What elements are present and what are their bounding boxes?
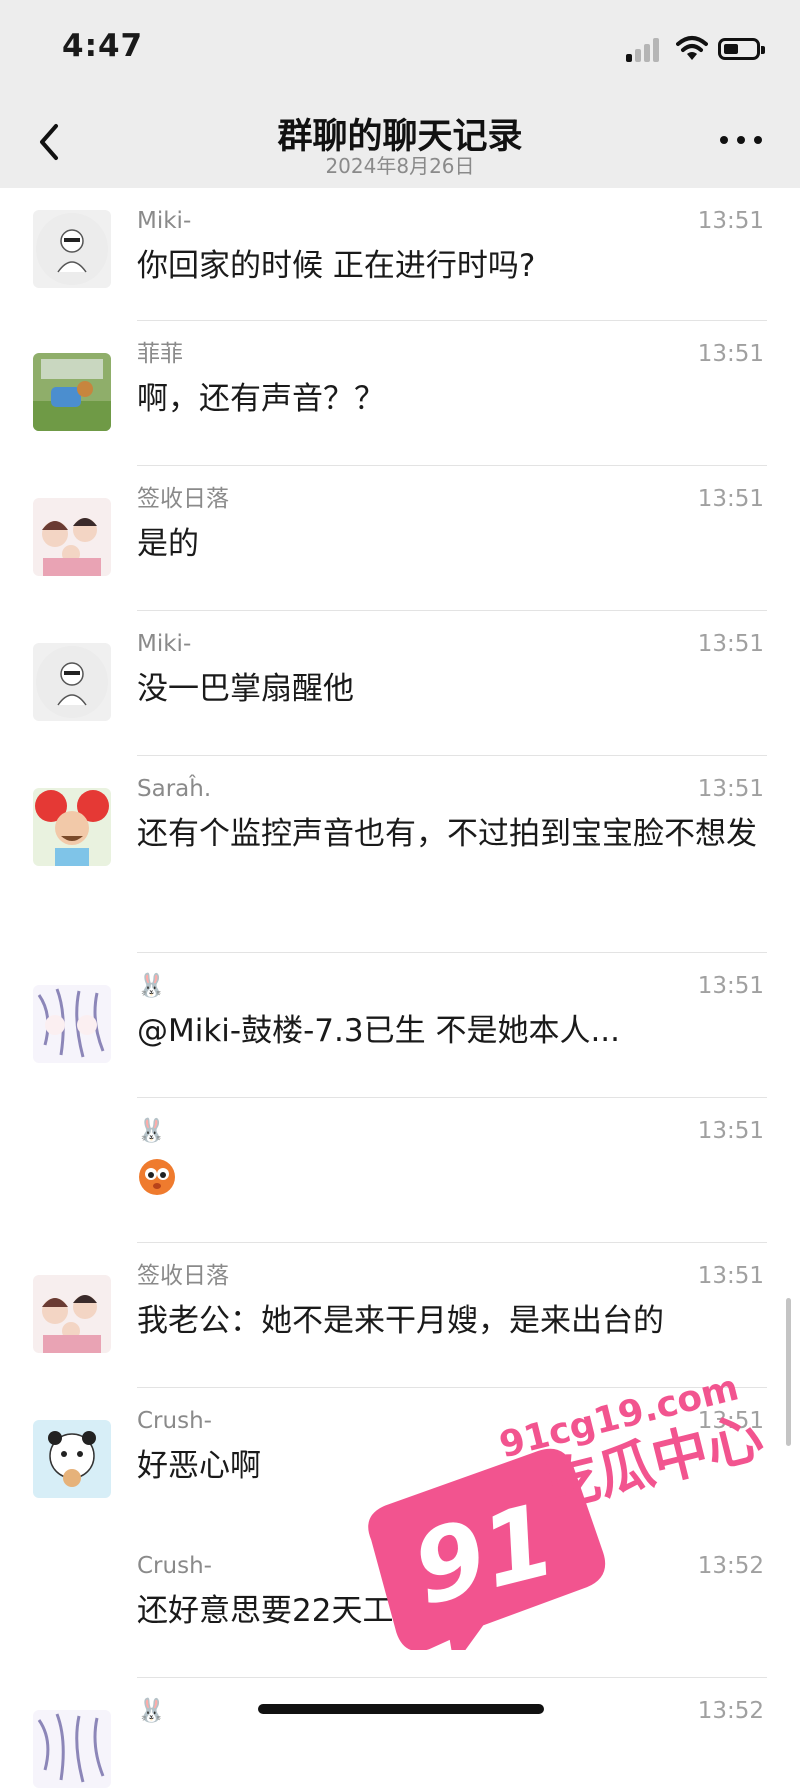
- message-text: @Miki-鼓楼-7.3已生 不是她本人...: [137, 1013, 621, 1049]
- message-time: 13:51: [697, 341, 764, 367]
- avatar[interactable]: [33, 1275, 111, 1353]
- message-text: 你回家的时候 正在进行时吗?: [137, 248, 536, 284]
- avatar[interactable]: [33, 788, 111, 866]
- sender-name: 🐰: [137, 1118, 166, 1144]
- status-time: 4:47: [62, 28, 144, 64]
- message-text: 我老公：她不是来干月嫂，是来出台的: [137, 1303, 664, 1339]
- cellular-signal-icon: [626, 36, 666, 62]
- message-time: 13:51: [697, 1118, 764, 1144]
- avatar[interactable]: [33, 498, 111, 576]
- wifi-icon: [676, 36, 708, 60]
- message-time: 13:51: [697, 208, 764, 234]
- page-date: 2024年8月26日: [325, 154, 475, 178]
- message-time: 13:51: [697, 1263, 764, 1289]
- battery-icon: [718, 38, 765, 60]
- sender-name: Miki-: [137, 208, 192, 234]
- message-text: 还有个监控声音也有，不过拍到宝宝脸不想发: [137, 816, 757, 852]
- more-options-icon[interactable]: [718, 128, 764, 152]
- divider: [137, 1097, 767, 1098]
- avatar[interactable]: [33, 643, 111, 721]
- sender-name: Crush-: [137, 1408, 212, 1434]
- sender-name: Saraĥ.: [137, 776, 212, 802]
- message-time: 13:52: [697, 1698, 764, 1724]
- sender-name: 签收日落: [137, 1263, 229, 1289]
- avatar[interactable]: [33, 1420, 111, 1498]
- sender-name: 🐰: [137, 1698, 166, 1724]
- divider: [137, 320, 767, 321]
- sender-name: Crush-: [137, 1553, 212, 1579]
- avatar[interactable]: [33, 353, 111, 431]
- sender-name: 签收日落: [137, 486, 229, 512]
- avatar[interactable]: [33, 985, 111, 1063]
- nav-bar: 群聊的聊天记录 2024年8月26日: [0, 100, 800, 188]
- message-text: 是的: [137, 526, 199, 562]
- message-text: 没一巴掌扇醒他: [137, 671, 354, 707]
- divider: [137, 1677, 767, 1678]
- sender-name: 🐰: [137, 973, 166, 999]
- message-time: 13:51: [697, 776, 764, 802]
- divider: [137, 755, 767, 756]
- sender-name: 菲菲: [137, 341, 183, 367]
- message-time: 13:51: [697, 631, 764, 657]
- sticker-image[interactable]: [137, 1156, 177, 1196]
- divider: [137, 610, 767, 611]
- divider: [137, 465, 767, 466]
- divider: [137, 1242, 767, 1243]
- status-bar: 4:47: [0, 0, 800, 100]
- sender-name: Miki-: [137, 631, 192, 657]
- divider: [137, 952, 767, 953]
- avatar[interactable]: [33, 210, 111, 288]
- message-text: 啊，还有声音？？: [137, 381, 385, 417]
- message-time: 13:51: [697, 486, 764, 512]
- avatar[interactable]: [33, 1710, 111, 1788]
- message-time: 13:51: [697, 973, 764, 999]
- home-indicator[interactable]: [258, 1704, 544, 1714]
- watermark-logo: 91 91cg19.com 吃瓜中心: [368, 1370, 770, 1650]
